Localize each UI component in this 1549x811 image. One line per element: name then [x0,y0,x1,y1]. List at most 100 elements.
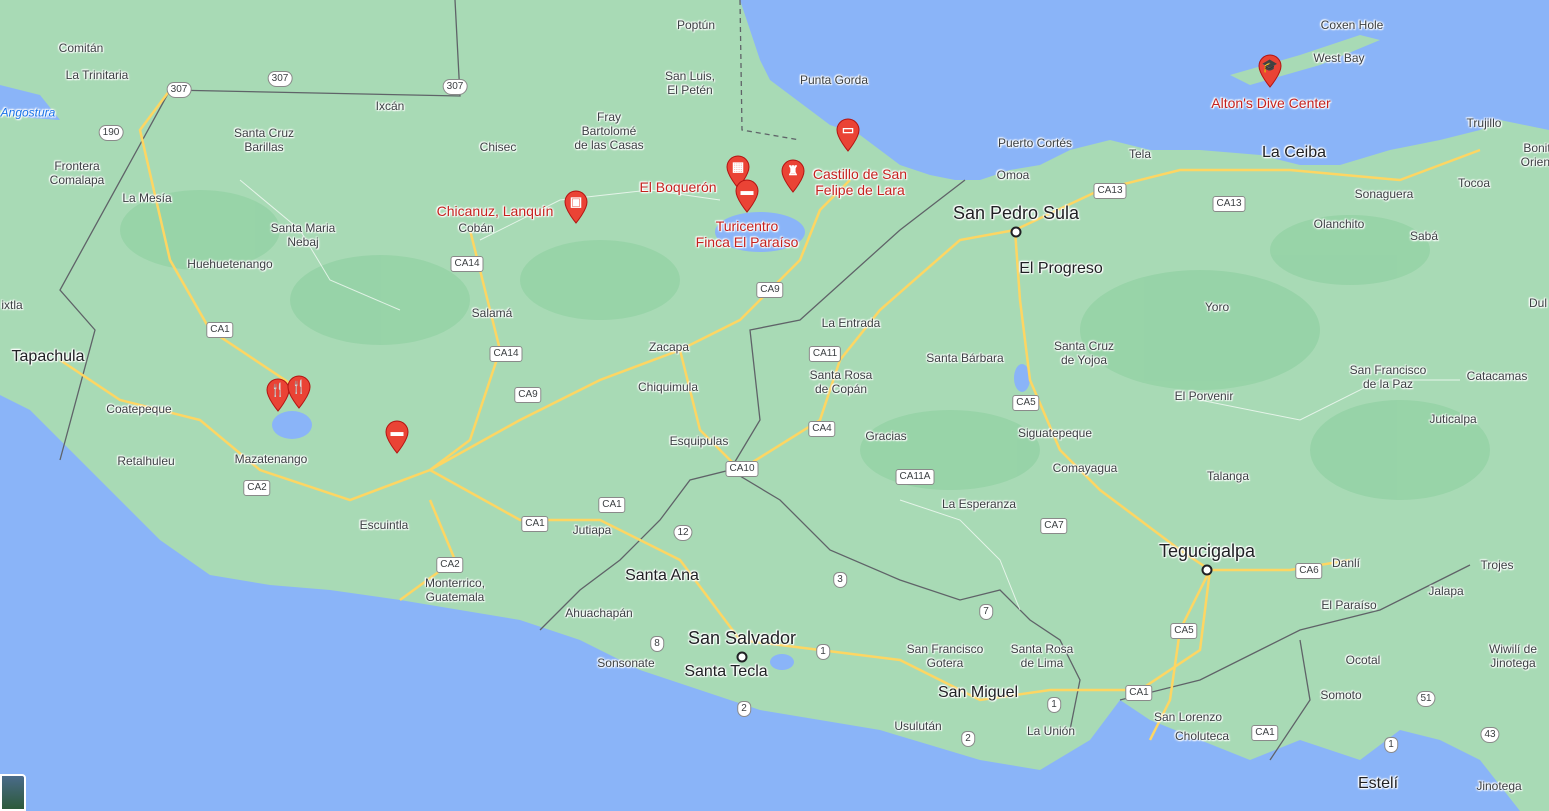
place-label[interactable]: Fray Bartolomé de las Casas [574,110,643,152]
poi-label[interactable]: Alton's Dive Center [1211,95,1330,111]
place-label[interactable]: Choluteca [1175,729,1229,743]
route-shield: CA5 [1170,623,1198,639]
place-label[interactable]: Zacapa [649,340,689,354]
place-label[interactable]: Dul [1529,296,1547,310]
place-label[interactable]: Juticalpa [1429,412,1476,426]
place-label[interactable]: Monterrico, Guatemala [425,576,485,604]
poi-label[interactable]: El Boquerón [639,179,716,195]
place-label[interactable]: Tegucigalpa [1159,541,1255,561]
place-label[interactable]: Sonsonate [597,656,654,670]
bed-pin[interactable]: ▬ [384,420,410,454]
place-label[interactable]: Danlí [1332,556,1360,570]
place-label[interactable]: Santa Cruz de Yojoa [1054,339,1114,367]
place-label[interactable]: San Miguel [938,684,1018,702]
route-shield: CA1 [521,516,549,532]
place-label[interactable]: El Paraíso [1321,598,1376,612]
place-label[interactable]: Catacamas [1467,369,1528,383]
place-label[interactable]: Santa Rosa de Lima [1011,642,1074,670]
route-shield: CA5 [1012,395,1040,411]
route-shield: CA13 [1093,183,1127,199]
place-label[interactable]: Sabá [1410,229,1438,243]
place-label[interactable]: Omoa [997,168,1030,182]
place-label[interactable]: San Lorenzo [1154,710,1222,724]
place-label[interactable]: Chiquimula [638,380,698,394]
place-label[interactable]: Santa Bárbara [926,351,1003,365]
place-label[interactable]: Escuintla [360,518,409,532]
place-label[interactable]: Gracias [865,429,906,443]
place-label[interactable]: Angostura [1,106,56,121]
place-label[interactable]: Ahuachapán [565,606,632,620]
place-label[interactable]: Talanga [1207,469,1249,483]
place-label[interactable]: Punta Gorda [800,73,868,87]
place-label[interactable]: Olanchito [1314,217,1365,231]
place-label[interactable]: Santa Rosa de Copán [810,368,873,396]
castle-pin[interactable]: ♜ [780,159,806,193]
place-label[interactable]: Santa Ana [625,567,699,585]
place-label[interactable]: West Bay [1313,51,1364,65]
place-label[interactable]: Santa Cruz Barillas [234,126,294,154]
place-label[interactable]: Siguatepeque [1018,426,1092,440]
place-label[interactable]: Poptún [677,18,715,32]
place-label[interactable]: San Luis, El Petén [665,69,715,97]
route-shield: CA1 [598,497,626,513]
place-label[interactable]: Retalhuleu [117,454,174,468]
poi-label[interactable]: Turicentro Finca El Paraíso [696,218,799,250]
place-label[interactable]: Salamá [472,306,513,320]
place-label[interactable]: Puerto Cortés [998,136,1072,150]
layers-thumbnail-button[interactable] [0,774,26,811]
bed-pin[interactable]: ▬ [734,179,760,213]
place-label[interactable]: El Porvenir [1175,389,1234,403]
map-canvas[interactable] [0,0,1549,811]
place-label[interactable]: Sonaguera [1355,187,1414,201]
place-label[interactable]: Ocotal [1346,653,1381,667]
place-label[interactable]: Usulután [894,719,941,733]
place-label[interactable]: Coxen Hole [1321,18,1384,32]
poi-label[interactable]: Castillo de San Felipe de Lara [813,166,907,198]
place-label[interactable]: Frontera Comalapa [50,159,105,187]
route-shield: CA11A [895,469,935,485]
place-label[interactable]: Trujillo [1467,116,1502,130]
place-label[interactable]: Tapachula [12,348,85,366]
place-label[interactable]: Jalapa [1428,584,1463,598]
place-label[interactable]: El Progreso [1019,260,1103,278]
place-label[interactable]: Ixcán [376,99,405,113]
place-label[interactable]: ixtla [1,298,22,312]
place-label[interactable]: Santa Maria Nebaj [271,221,336,249]
place-label[interactable]: Tela [1129,147,1151,161]
place-label[interactable]: Coatepeque [106,402,171,416]
place-label[interactable]: San Pedro Sula [953,203,1079,223]
bus-pin[interactable]: ▭ [835,118,861,152]
place-label[interactable]: Trojes [1481,558,1514,572]
place-label[interactable]: Comitán [59,41,104,55]
place-label[interactable]: San Francisco Gotera [907,642,984,670]
place-label[interactable]: Wiwilí de Jinotega [1489,642,1537,670]
place-label[interactable]: Chisec [480,140,517,154]
place-label[interactable]: La Mesía [122,191,171,205]
place-label[interactable]: Somoto [1320,688,1361,702]
poi-label[interactable]: Chicanuz, Lanquín [437,203,554,219]
place-label[interactable]: Yoro [1205,300,1229,314]
route-shield: CA2 [436,557,464,573]
capital-marker-san-salvador [736,651,748,663]
place-label[interactable]: Estelí [1358,775,1398,793]
place-label[interactable]: Cobán [458,221,493,235]
place-label[interactable]: La Trinitaria [66,68,129,82]
place-label[interactable]: San Salvador [688,628,796,648]
place-label[interactable]: Huehuetenango [187,257,272,271]
restaurant-pin[interactable]: 🍴 [286,375,312,409]
place-label[interactable]: La Entrada [822,316,881,330]
graduation-cap-pin[interactable]: 🎓 [1257,54,1283,88]
place-label[interactable]: Esquipulas [670,434,729,448]
place-label[interactable]: Bonit Orient [1521,141,1549,169]
place-label[interactable]: Mazatenango [235,452,308,466]
place-label[interactable]: Tocoa [1458,176,1490,190]
place-label[interactable]: Santa Tecla [684,663,767,681]
place-label[interactable]: Comayagua [1053,461,1118,475]
shopping-bag-pin[interactable]: ▣ [563,190,589,224]
place-label[interactable]: La Ceiba [1262,144,1326,162]
place-label[interactable]: San Francisco de la Paz [1350,363,1427,391]
place-label[interactable]: Jinotega [1476,779,1521,793]
place-label[interactable]: Jutiapa [573,523,612,537]
place-label[interactable]: La Unión [1027,724,1075,738]
place-label[interactable]: La Esperanza [942,497,1016,511]
